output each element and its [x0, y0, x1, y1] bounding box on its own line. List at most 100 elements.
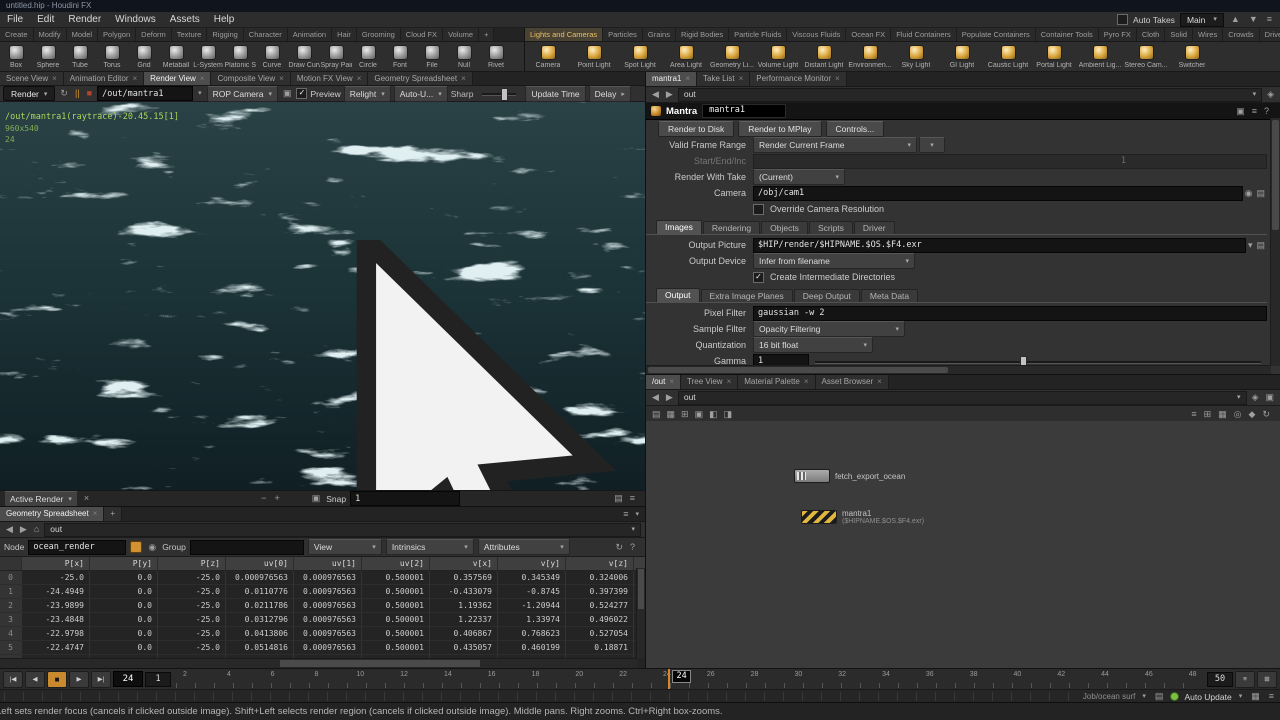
menu-item[interactable]: Assets [163, 12, 207, 28]
table-row[interactable]: 0 -25.0 0.0 -25.0 0.000976563 0.00097656… [0, 571, 645, 585]
snapshot-options-icon[interactable]: ▤ [612, 494, 625, 503]
sample-filter-select[interactable]: Opacity Filtering ▾ [753, 321, 905, 337]
playback-options-button[interactable]: ≡ [1235, 671, 1255, 688]
cell[interactable]: 0.435057 [430, 641, 498, 654]
take-up-icon[interactable]: ▲ [1229, 15, 1242, 24]
shelf-tab[interactable]: Ocean FX [846, 28, 891, 41]
pin-icon[interactable]: ◈ [1250, 393, 1261, 402]
shelf-tab[interactable]: Grooming [357, 28, 401, 41]
folder-tab[interactable]: Objects [761, 221, 808, 234]
menu-item[interactable]: Render [61, 12, 108, 28]
shelf-tab[interactable]: Modify [34, 28, 67, 41]
shelf-tab[interactable]: Model [67, 28, 98, 41]
snapshot-view-icon[interactable]: ▣ [693, 410, 706, 419]
nav-back-icon[interactable]: ◀ [650, 393, 661, 402]
override-resolution-checkbox[interactable] [753, 204, 764, 215]
close-icon[interactable]: × [200, 72, 205, 86]
cell[interactable]: 0.496022 [566, 613, 634, 626]
shelf-tab[interactable]: Pyro FX [1099, 28, 1137, 41]
output-picture-field[interactable]: $HIP/render/$HIPNAME.$OS.$F4.exr [753, 238, 1246, 253]
stop-render-icon[interactable]: ■ [85, 89, 94, 98]
column-header[interactable]: uv[0] [226, 557, 294, 570]
node-fetch-export-ocean[interactable]: fetch_export_ocean [794, 469, 905, 483]
rop-path-field[interactable]: /out/mantra1 [97, 86, 193, 101]
folder-tab[interactable]: Scripts [809, 221, 853, 234]
shelf-tab[interactable]: Cloth [1137, 28, 1166, 41]
close-icon[interactable]: × [82, 494, 91, 503]
render-viewport[interactable]: /out/mantra1(raytrace)-20.45.15[1] 960x5… [0, 102, 645, 490]
node-name-field[interactable]: mantra1 [702, 104, 786, 118]
chevron-down-icon[interactable]: ▾ [633, 511, 641, 518]
pane-tab[interactable]: /out × [646, 375, 681, 389]
go-to-start-button[interactable]: |◀ [3, 671, 23, 688]
new-tab-button[interactable]: + [104, 507, 122, 521]
close-icon[interactable]: × [52, 72, 57, 86]
shelf-tool[interactable]: Sky Light [893, 42, 939, 71]
go-to-end-button[interactable]: ▶| [91, 671, 111, 688]
shelf-tool[interactable]: Environmen... [847, 42, 893, 71]
column-header[interactable]: uv[1] [294, 557, 362, 570]
re-render-icon[interactable]: ↻ [58, 89, 70, 98]
cell[interactable]: 0.000976563 [294, 571, 362, 584]
end-frame-field[interactable]: 50 [1207, 672, 1233, 687]
intrinsics-select[interactable]: Intrinsics ▾ [386, 539, 474, 555]
grid-toggle-icon[interactable]: ▦ [1216, 410, 1229, 419]
close-icon[interactable]: × [835, 72, 840, 86]
shelf-tool[interactable]: Rivet [480, 42, 512, 71]
cell[interactable]: -25.0 [158, 571, 226, 584]
cell[interactable]: 0.0312796 [226, 613, 294, 626]
frame-all-icon[interactable]: ◆ [1247, 410, 1258, 419]
shelf-tab[interactable]: Populate Containers [957, 28, 1036, 41]
close-icon[interactable]: × [685, 72, 690, 86]
menu-item[interactable]: Windows [108, 12, 163, 28]
camera-path-field[interactable]: /obj/cam1 [753, 186, 1243, 201]
cell[interactable]: 0.460199 [498, 641, 566, 654]
cell[interactable]: -25.0 [158, 627, 226, 640]
chevron-down-icon[interactable]: ▾ [1246, 241, 1255, 250]
pane-tab[interactable]: Render View × [144, 72, 211, 85]
render-with-take-select[interactable]: (Current) ▾ [753, 169, 845, 185]
close-icon[interactable]: × [727, 375, 732, 389]
cell[interactable]: 1.19362 [430, 599, 498, 612]
pane-tab[interactable]: Material Palette × [738, 375, 815, 389]
cell[interactable]: 0.0413806 [226, 627, 294, 640]
cell[interactable]: -25.0 [158, 599, 226, 612]
nav-forward-icon[interactable]: ▶ [664, 90, 675, 99]
parameters-path-field[interactable]: out ▾ [678, 88, 1262, 102]
zoom-in-icon[interactable]: + [272, 494, 281, 503]
table-row[interactable]: 3 -23.4848 0.0 -25.0 0.0312796 0.0009765… [0, 613, 645, 627]
shelf-tab[interactable]: Rigging [207, 28, 243, 41]
shelf-tab[interactable]: Polygon [98, 28, 136, 41]
pane-tab[interactable]: Asset Browser × [816, 375, 889, 389]
render-action-button[interactable]: Controls... [826, 121, 885, 137]
pane-tab[interactable]: Geometry Spreadsheet × [368, 72, 472, 85]
parameters-vertical-scrollbar[interactable] [1270, 118, 1280, 366]
menu-item[interactable]: Help [207, 12, 242, 28]
cell[interactable]: 1.33974 [498, 613, 566, 626]
intermediate-dirs-checkbox[interactable]: ✓ [753, 272, 764, 283]
shelf-tool[interactable]: Camera [525, 42, 571, 71]
dots-menu-icon[interactable]: ≡ [1189, 410, 1198, 419]
shelf-tab[interactable]: Viscous Fluids [787, 28, 846, 41]
take-select[interactable]: Main ▾ [1180, 13, 1224, 27]
nav-forward-icon[interactable]: ▶ [18, 525, 29, 534]
node-field[interactable]: ocean_render [28, 540, 126, 555]
close-icon[interactable]: × [279, 72, 284, 86]
cell[interactable]: 0.500001 [362, 627, 430, 640]
pane-tab[interactable]: Tree View × [681, 375, 738, 389]
cell[interactable]: 0.406867 [430, 627, 498, 640]
cell[interactable]: -24.4949 [22, 585, 90, 598]
shelf-tab[interactable]: Particles [603, 28, 643, 41]
cell[interactable]: 0.357569 [430, 571, 498, 584]
column-header[interactable] [0, 557, 22, 570]
shelf-tool[interactable]: Spray Paint [320, 42, 352, 71]
pause-render-icon[interactable]: || [73, 89, 82, 98]
valid-frame-range-select[interactable]: Render Current Frame ▾ [753, 137, 917, 153]
snapshot-camera-icon[interactable]: ▣ [310, 494, 323, 503]
cell[interactable]: -25.0 [158, 585, 226, 598]
close-icon[interactable]: × [357, 72, 362, 86]
cell[interactable]: -25.0 [158, 641, 226, 654]
color-palette-icon[interactable]: ◧ [707, 410, 720, 419]
sharpness-slider[interactable] [482, 87, 516, 100]
spreadsheet-horizontal-scrollbar[interactable] [0, 658, 637, 668]
